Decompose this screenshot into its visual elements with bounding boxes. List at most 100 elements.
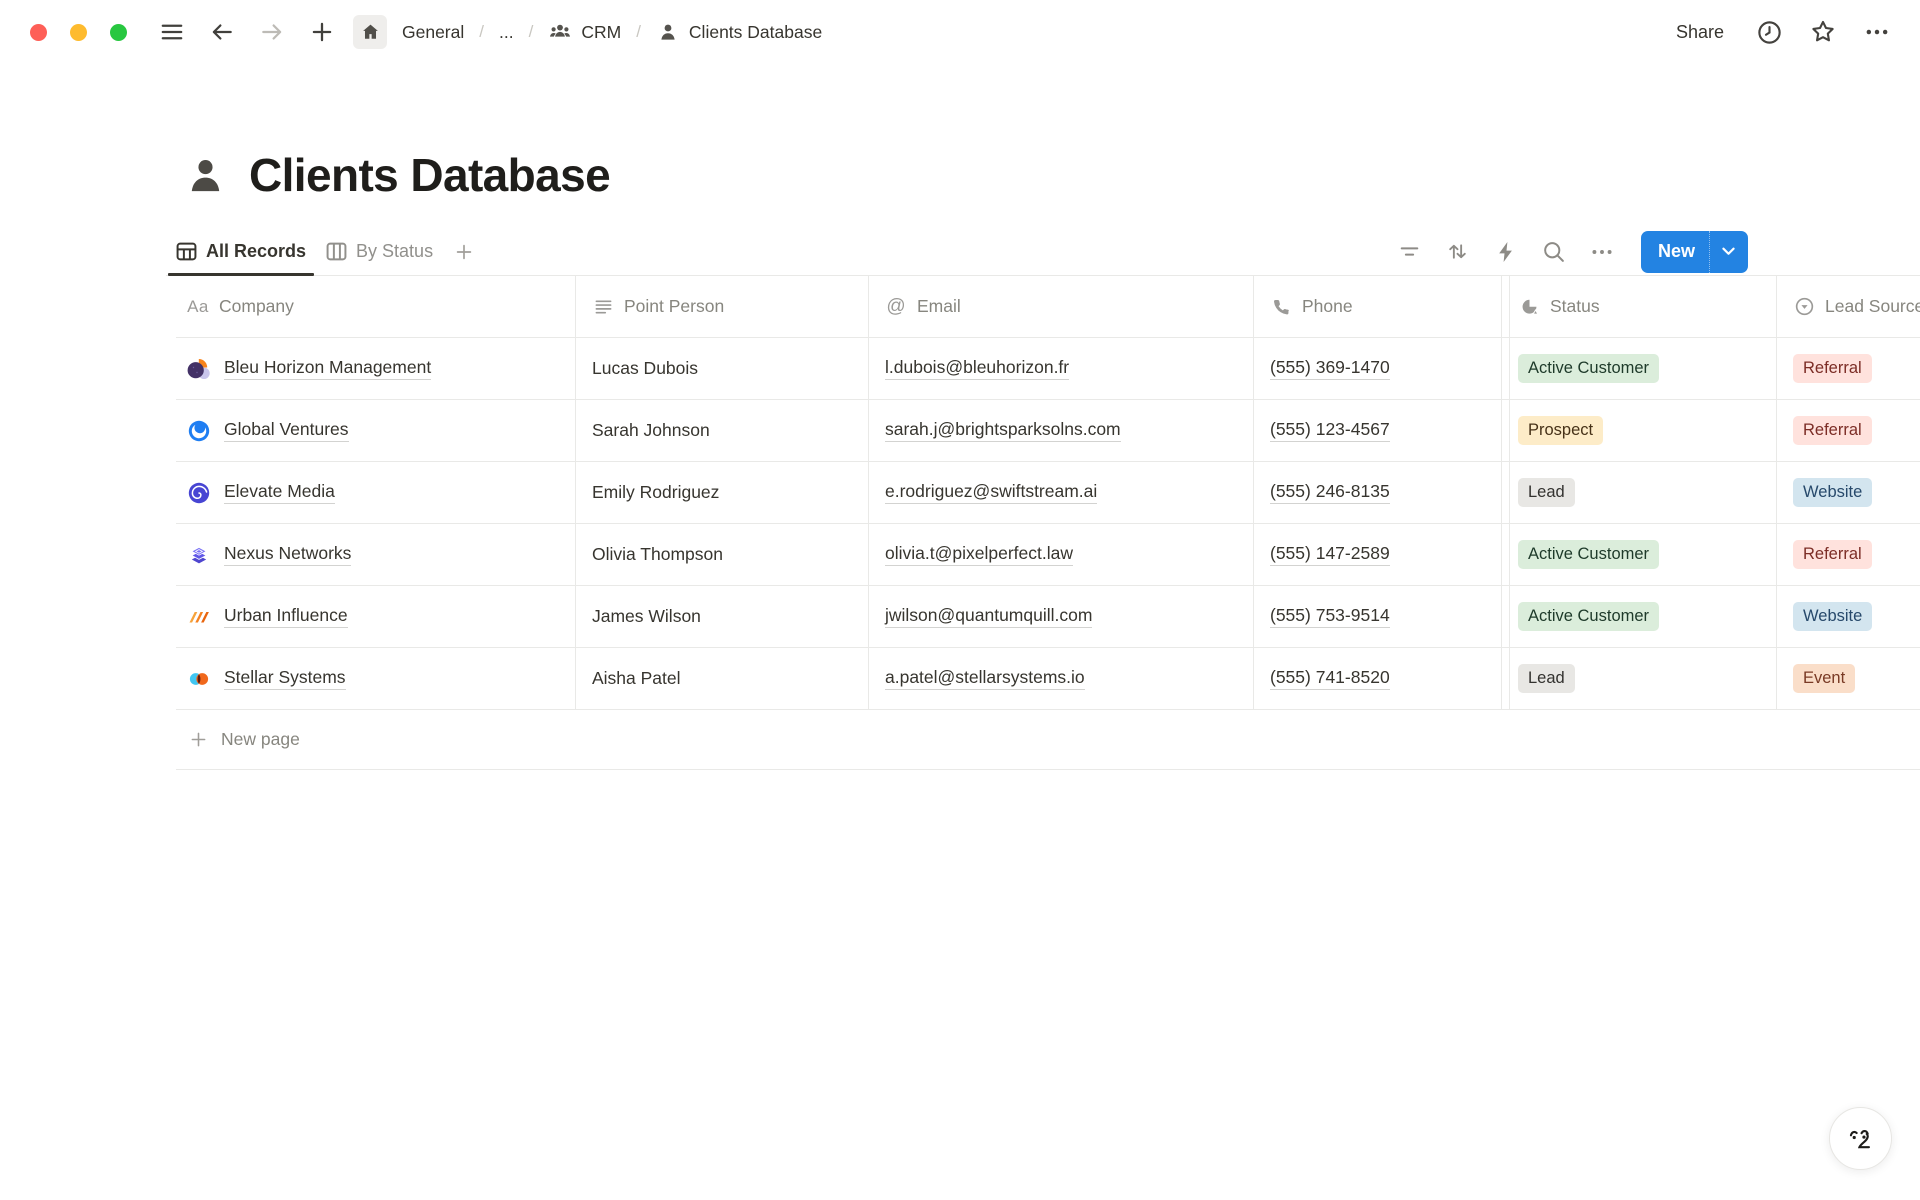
email-cell[interactable]: a.patel@stellarsystems.io [869,648,1254,709]
company-cell[interactable]: Nexus Networks [176,524,576,585]
column-header-phone[interactable]: Phone [1254,276,1502,337]
status-cell[interactable]: Lead [1510,462,1777,523]
home-button[interactable] [353,15,387,49]
company-cell[interactable]: Stellar Systems [176,648,576,709]
email-cell[interactable]: l.dubois@bleuhorizon.fr [869,338,1254,399]
phone-link[interactable]: (555) 753-9514 [1270,605,1390,628]
point-person-cell[interactable]: Olivia Thompson [576,524,869,585]
table-row[interactable]: Stellar Systems Aisha Patel a.patel@stel… [176,648,1920,710]
sort-button[interactable] [1441,235,1475,269]
search-button[interactable] [1537,235,1571,269]
company-link[interactable]: Global Ventures [224,419,349,442]
lead-source-cell[interactable]: Referral [1777,400,1920,461]
table-row[interactable]: Nexus Networks Olivia Thompson olivia.t@… [176,524,1920,586]
lead-source-cell[interactable]: Website [1777,462,1920,523]
email-link[interactable]: jwilson@quantumquill.com [885,605,1092,628]
add-view-button[interactable] [447,235,481,269]
close-window-button[interactable] [30,24,47,41]
view-more-button[interactable] [1585,235,1619,269]
table-header-row: Aa Company Point Person @ Email Phone [176,276,1920,338]
company-cell[interactable]: Elevate Media [176,462,576,523]
lead-source-cell[interactable]: Referral [1777,338,1920,399]
company-cell[interactable]: Urban Influence [176,586,576,647]
phone-cell[interactable]: (555) 369-1470 [1254,338,1502,399]
breadcrumb-workspace[interactable]: General [398,20,468,45]
zoom-window-button[interactable] [110,24,127,41]
breadcrumb-current-page[interactable]: Clients Database [652,18,826,46]
share-button[interactable]: Share [1668,18,1732,47]
phone-cell[interactable]: (555) 123-4567 [1254,400,1502,461]
forward-button[interactable] [255,15,289,49]
column-header-point-person[interactable]: Point Person [576,276,869,337]
column-header-email[interactable]: @ Email [869,276,1254,337]
sidebar-toggle-button[interactable] [155,15,189,49]
email-link[interactable]: l.dubois@bleuhorizon.fr [885,357,1069,380]
phone-cell[interactable]: (555) 246-8135 [1254,462,1502,523]
tab-by-status[interactable]: By Status [316,228,443,275]
email-link[interactable]: sarah.j@brightsparksolns.com [885,419,1121,442]
table-row[interactable]: Urban Influence James Wilson jwilson@qua… [176,586,1920,648]
company-link[interactable]: Urban Influence [224,605,348,628]
lead-source-cell[interactable]: Event [1777,648,1920,709]
email-link[interactable]: a.patel@stellarsystems.io [885,667,1085,690]
arrow-left-icon [209,19,235,45]
company-logo-icon [187,667,211,691]
automation-button[interactable] [1489,235,1523,269]
status-cell[interactable]: Lead [1510,648,1777,709]
back-button[interactable] [205,15,239,49]
favorite-button[interactable] [1806,15,1840,49]
notion-ai-button[interactable] [1829,1107,1892,1170]
phone-cell[interactable]: (555) 741-8520 [1254,648,1502,709]
email-cell[interactable]: e.rodriguez@swiftstream.ai [869,462,1254,523]
phone-link[interactable]: (555) 246-8135 [1270,481,1390,504]
tab-all-records[interactable]: All Records [166,228,316,275]
point-person-cell[interactable]: Aisha Patel [576,648,869,709]
company-cell[interactable]: Global Ventures [176,400,576,461]
new-page-button[interactable]: New page [176,710,1920,770]
lead-source-badge: Website [1793,602,1872,631]
email-link[interactable]: olivia.t@pixelperfect.law [885,543,1073,566]
phone-link[interactable]: (555) 741-8520 [1270,667,1390,690]
new-tab-button[interactable] [305,15,339,49]
company-cell[interactable]: Bleu Horizon Management [176,338,576,399]
phone-link[interactable]: (555) 369-1470 [1270,357,1390,380]
table-row[interactable]: Elevate Media Emily Rodriguez e.rodrigue… [176,462,1920,524]
lead-source-cell[interactable]: Website [1777,586,1920,647]
breadcrumb-team-crm[interactable]: CRM [544,18,625,46]
point-person-cell[interactable]: Lucas Dubois [576,338,869,399]
phone-link[interactable]: (555) 147-2589 [1270,543,1390,566]
point-person-cell[interactable]: James Wilson [576,586,869,647]
more-options-button[interactable] [1860,15,1894,49]
email-cell[interactable]: sarah.j@brightsparksolns.com [869,400,1254,461]
status-cell[interactable]: Active Customer [1510,524,1777,585]
status-cell[interactable]: Active Customer [1510,586,1777,647]
company-link[interactable]: Nexus Networks [224,543,351,566]
email-link[interactable]: e.rodriguez@swiftstream.ai [885,481,1097,504]
email-cell[interactable]: olivia.t@pixelperfect.law [869,524,1254,585]
new-record-button[interactable]: New [1641,231,1748,273]
phone-cell[interactable]: (555) 753-9514 [1254,586,1502,647]
breadcrumb-collapsed[interactable]: ... [495,20,518,45]
column-header-status[interactable]: Status [1510,276,1777,337]
table-row[interactable]: Bleu Horizon Management Lucas Dubois l.d… [176,338,1920,400]
table-row[interactable]: Global Ventures Sarah Johnson sarah.j@br… [176,400,1920,462]
history-button[interactable] [1752,15,1786,49]
titlebar-actions: Share [1668,15,1894,49]
filter-button[interactable] [1393,235,1427,269]
page-person-icon[interactable] [182,152,229,199]
column-header-lead-source[interactable]: Lead Source [1777,276,1920,337]
company-link[interactable]: Bleu Horizon Management [224,357,431,380]
lead-source-cell[interactable]: Referral [1777,524,1920,585]
status-cell[interactable]: Prospect [1510,400,1777,461]
phone-cell[interactable]: (555) 147-2589 [1254,524,1502,585]
company-link[interactable]: Elevate Media [224,481,335,504]
point-person-cell[interactable]: Emily Rodriguez [576,462,869,523]
phone-link[interactable]: (555) 123-4567 [1270,419,1390,442]
company-link[interactable]: Stellar Systems [224,667,346,690]
new-record-dropdown[interactable] [1709,231,1748,273]
status-cell[interactable]: Active Customer [1510,338,1777,399]
minimize-window-button[interactable] [70,24,87,41]
column-header-company[interactable]: Aa Company [176,276,576,337]
email-cell[interactable]: jwilson@quantumquill.com [869,586,1254,647]
point-person-cell[interactable]: Sarah Johnson [576,400,869,461]
